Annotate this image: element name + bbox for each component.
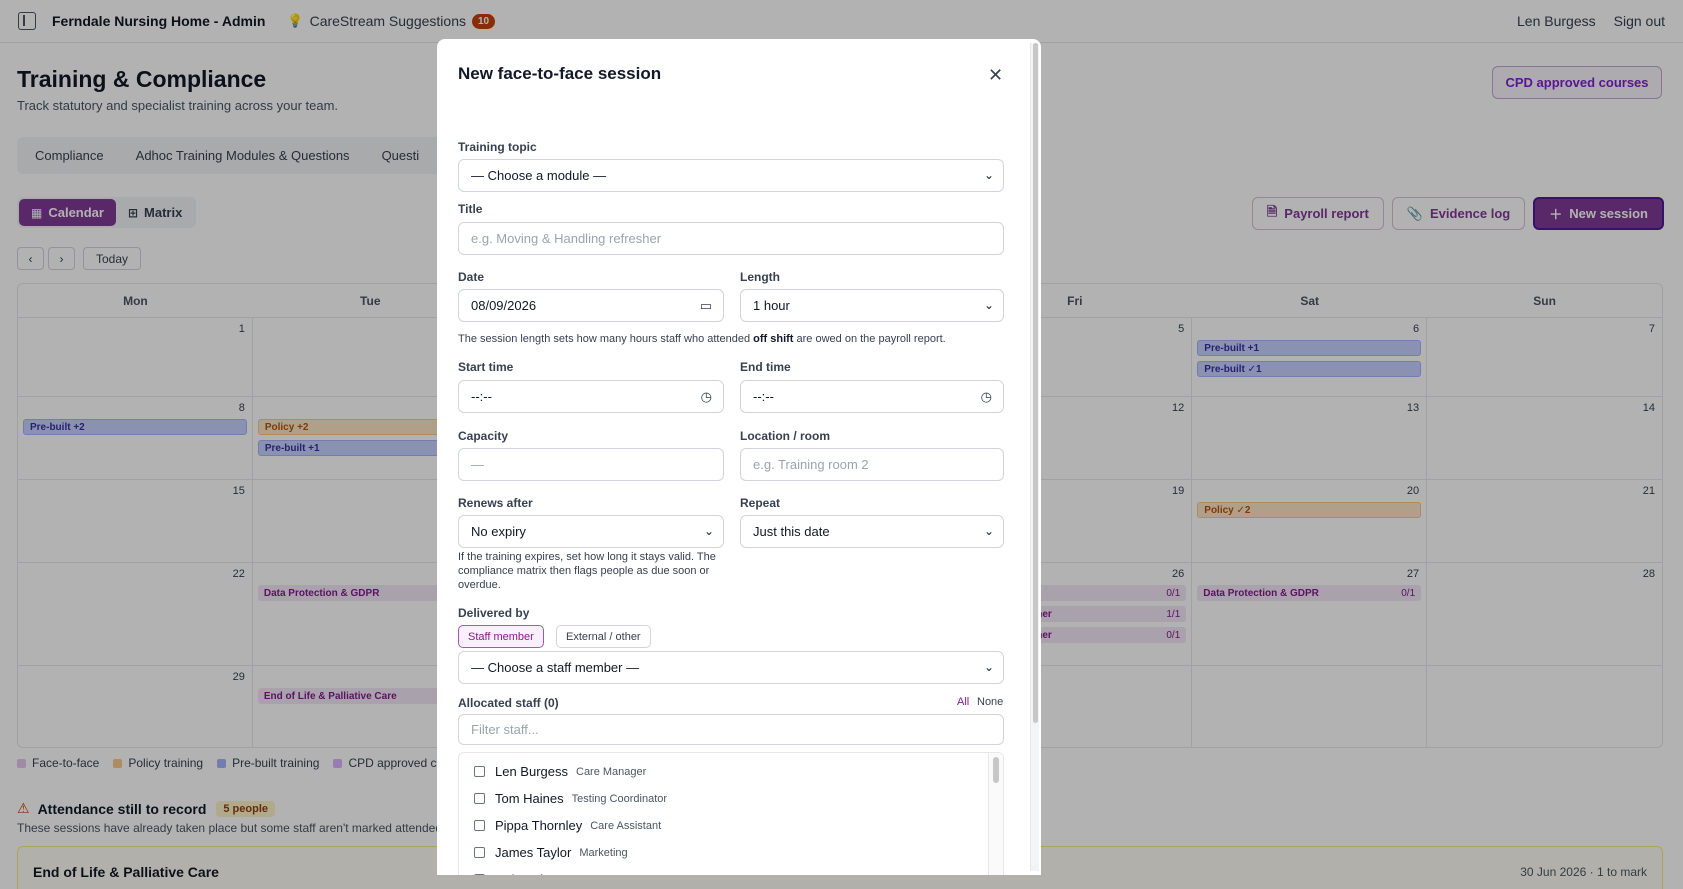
capacity-label: Capacity xyxy=(458,429,509,443)
end-time-input[interactable]: --:-- ◷ xyxy=(740,380,1004,413)
filter-staff-input[interactable]: Filter staff... xyxy=(458,714,1004,745)
delivered-by-staff-option[interactable]: Staff member xyxy=(458,625,544,648)
renews-after-value: No expiry xyxy=(471,524,526,539)
staff-row[interactable]: Helen Thomas Activities Coordinator xyxy=(474,872,691,875)
clock-icon[interactable]: ◷ xyxy=(981,389,992,405)
staff-checkbox[interactable] xyxy=(474,820,485,831)
staff-checkbox[interactable] xyxy=(474,793,485,804)
new-session-dialog: New face-to-face session ✕ Training topi… xyxy=(437,39,1041,875)
delivered-by-label: Delivered by xyxy=(458,606,530,620)
start-time-value: --:-- xyxy=(471,389,492,404)
training-topic-label: Training topic xyxy=(458,140,537,154)
length-help-bold: off shift xyxy=(753,333,794,345)
close-icon[interactable]: ✕ xyxy=(988,65,1003,86)
start-time-input[interactable]: --:-- ◷ xyxy=(458,380,724,413)
repeat-select[interactable]: Just this date ⌄ xyxy=(740,515,1004,548)
staff-checkbox-list: Len Burgess Care Manager Tom Haines Testing… xyxy=(458,752,1004,875)
chevron-down-icon: ⌄ xyxy=(983,524,994,538)
staff-row[interactable]: Pippa Thornley Care Assistant xyxy=(474,818,661,833)
date-input[interactable]: 08/09/2026 ▭ xyxy=(458,289,724,322)
date-value: 08/09/2026 xyxy=(471,298,537,313)
length-label: Length xyxy=(740,270,780,284)
select-none-link[interactable]: None xyxy=(977,696,1003,708)
chevron-down-icon: ⌄ xyxy=(983,660,994,674)
dialog-title: New face-to-face session xyxy=(458,64,662,83)
staff-member-select[interactable]: — Choose a staff member — ⌄ xyxy=(458,651,1004,684)
title-label: Title xyxy=(458,202,483,216)
calendar-icon[interactable]: ▭ xyxy=(700,298,712,314)
title-input[interactable]: e.g. Moving & Handling refresher xyxy=(458,222,1004,255)
staff-role: Marketing xyxy=(579,846,628,859)
staff-role: Testing Coordinator xyxy=(571,792,668,805)
delivered-by-external-option[interactable]: External / other xyxy=(556,625,651,648)
allocated-staff-label: Allocated staff (0) xyxy=(458,696,559,710)
staff-role: Activities Coordinator xyxy=(587,874,691,876)
date-label: Date xyxy=(458,270,485,284)
repeat-value: Just this date xyxy=(753,524,830,539)
renews-after-label: Renews after xyxy=(458,496,533,510)
training-topic-value: — Choose a module — xyxy=(471,168,607,183)
start-time-label: Start time xyxy=(458,360,514,374)
staff-name: James Taylor xyxy=(495,845,572,860)
staff-row[interactable]: Tom Haines Testing Coordinator xyxy=(474,791,667,806)
staff-checkbox[interactable] xyxy=(474,874,485,875)
select-all-link[interactable]: All xyxy=(957,696,969,708)
end-time-label: End time xyxy=(740,360,791,374)
length-help-post: are owed on the payroll report. xyxy=(793,333,946,345)
end-time-value: --:-- xyxy=(753,389,774,404)
length-help-text: The session length sets how many hours s… xyxy=(458,332,1018,346)
location-label: Location / room xyxy=(740,429,830,443)
staff-row[interactable]: James Taylor Marketing xyxy=(474,845,628,860)
length-help-pre: The session length sets how many hours s… xyxy=(458,333,754,345)
staff-list-scrollbar[interactable] xyxy=(988,753,1003,875)
staff-row[interactable]: Len Burgess Care Manager xyxy=(474,764,646,779)
capacity-input[interactable]: — xyxy=(458,448,724,481)
staff-checkbox[interactable] xyxy=(474,766,485,777)
length-value: 1 hour xyxy=(753,298,790,313)
staff-member-value: — Choose a staff member — xyxy=(471,660,640,675)
training-topic-select[interactable]: — Choose a module — ⌄ xyxy=(458,159,1004,192)
staff-name: Len Burgess xyxy=(495,764,568,779)
dialog-scrollbar-thumb[interactable] xyxy=(1033,43,1038,723)
renews-after-select[interactable]: No expiry ⌄ xyxy=(458,515,724,548)
repeat-label: Repeat xyxy=(740,496,781,510)
staff-role: Care Assistant xyxy=(590,819,662,832)
clock-icon[interactable]: ◷ xyxy=(701,389,712,405)
chevron-down-icon: ⌄ xyxy=(983,168,994,182)
staff-name: Helen Thomas xyxy=(495,872,579,875)
staff-name: Pippa Thornley xyxy=(495,818,583,833)
dialog-scrollbar[interactable] xyxy=(1030,43,1039,871)
staff-checkbox[interactable] xyxy=(474,847,485,858)
chevron-down-icon: ⌄ xyxy=(983,298,994,312)
staff-role: Care Manager xyxy=(576,765,647,778)
renews-help-text: If the training expires, set how long it… xyxy=(458,551,716,591)
staff-name: Tom Haines xyxy=(495,791,564,806)
staff-list-scrollbar-thumb[interactable] xyxy=(993,757,999,783)
length-select[interactable]: 1 hour ⌄ xyxy=(740,289,1004,322)
location-input[interactable]: e.g. Training room 2 xyxy=(740,448,1004,481)
chevron-down-icon: ⌄ xyxy=(703,524,714,538)
